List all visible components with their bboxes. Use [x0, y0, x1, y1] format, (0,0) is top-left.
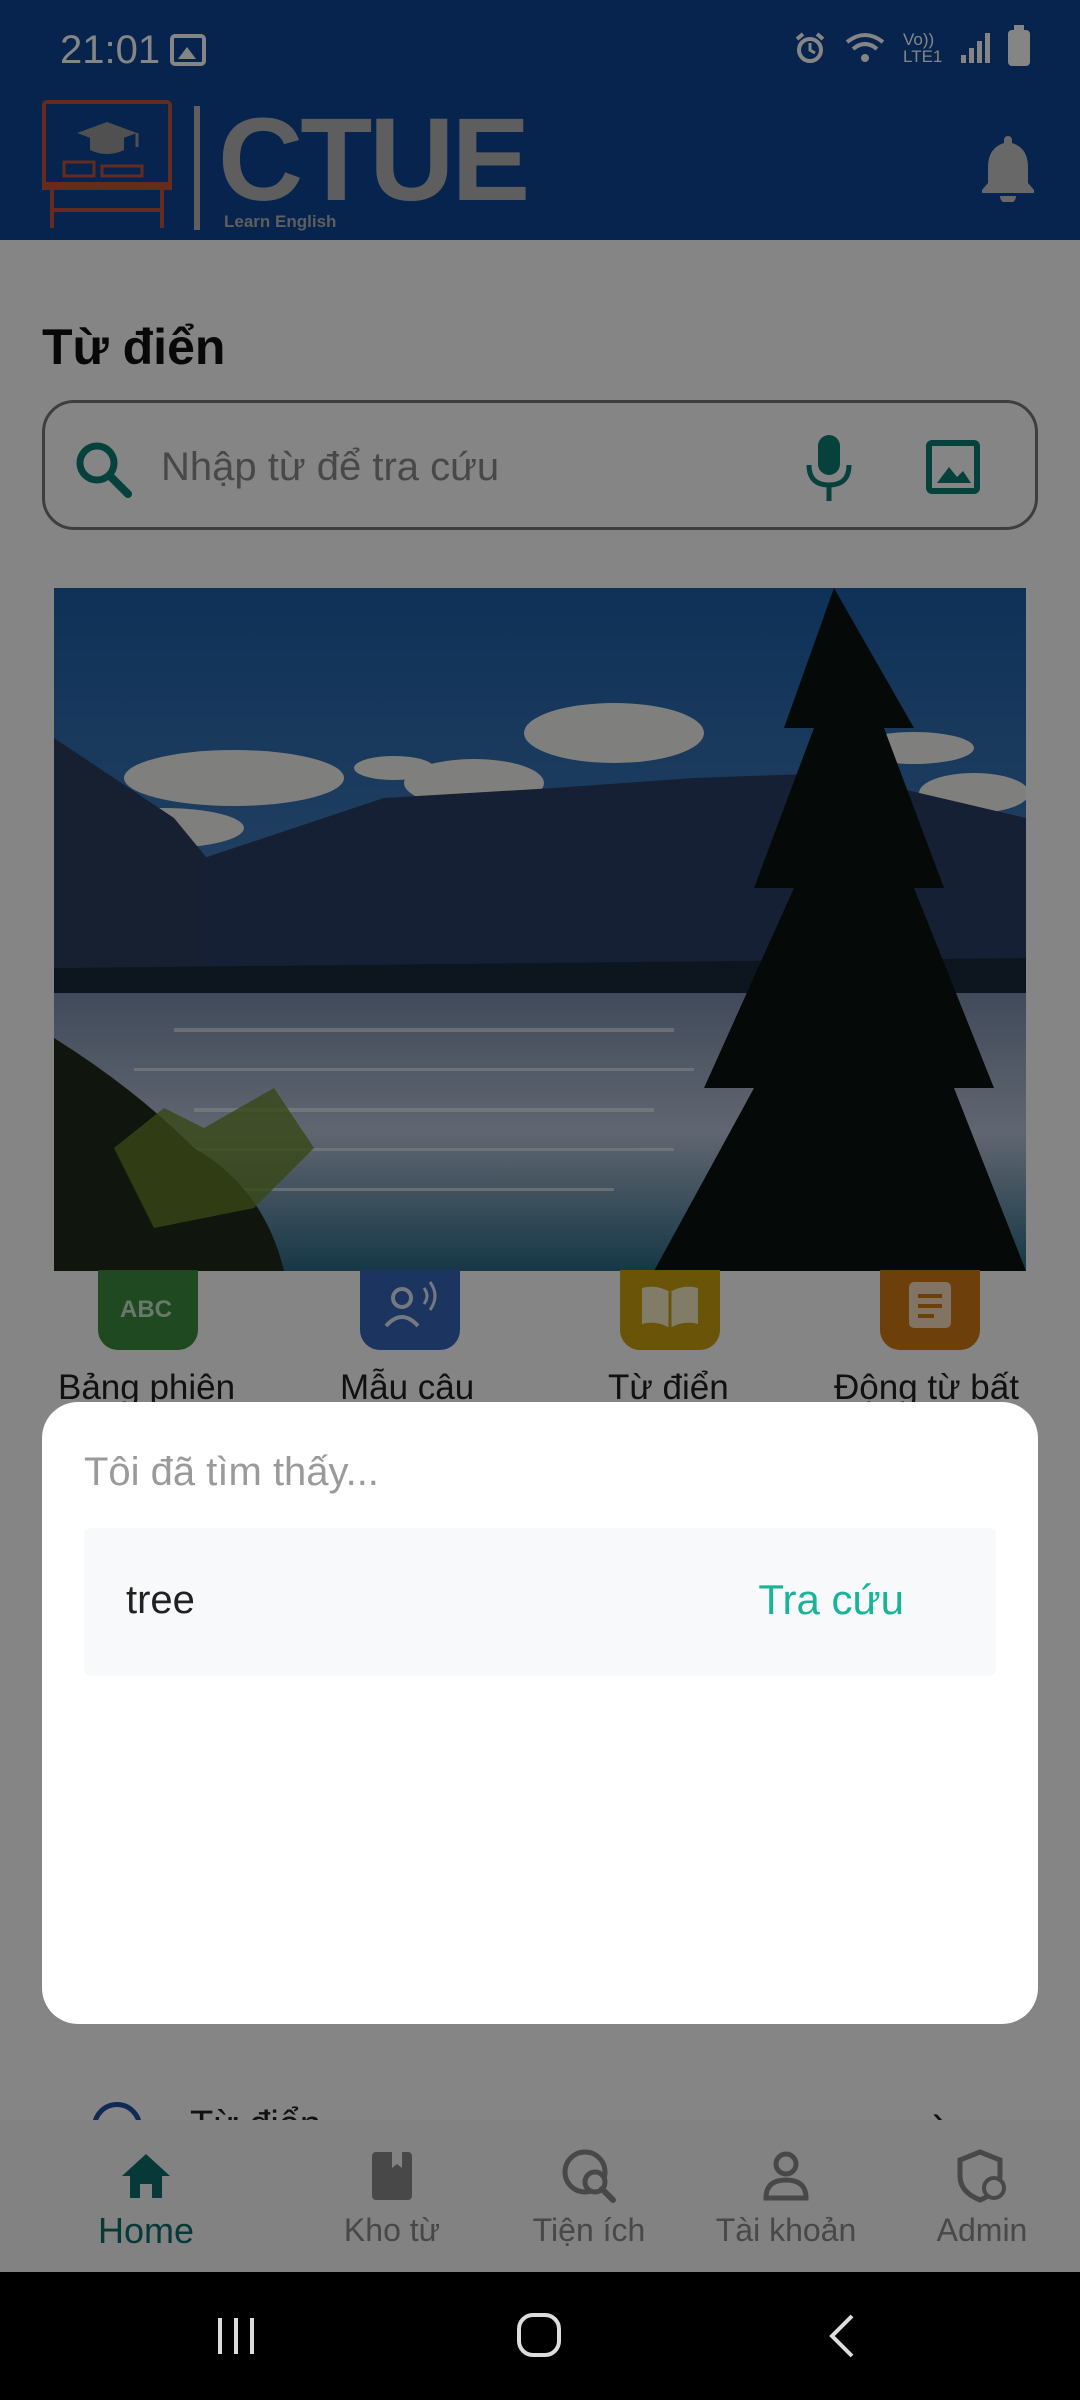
globe-search-icon	[562, 2149, 616, 2203]
wifi-icon	[845, 33, 885, 62]
logo-text: CTUE	[218, 94, 530, 226]
search-icon	[76, 442, 132, 498]
home-icon	[122, 2154, 170, 2198]
signal-icon	[961, 33, 990, 63]
page-title: Từ điển	[42, 319, 226, 375]
nav-home[interactable]: Home	[46, 2120, 246, 2272]
shortcut-grid: ABC Bảng phiên Mẫu câu Từ điển Động từ b…	[0, 1270, 1080, 1407]
logo-divider	[194, 106, 200, 230]
nav-vocabulary[interactable]: Kho từ	[292, 2120, 492, 2272]
book-icon	[372, 2152, 412, 2200]
document-icon	[909, 1282, 951, 1328]
nav-account[interactable]: Tài khoản	[686, 2120, 886, 2272]
shortcut-dictionary-button[interactable]	[620, 1270, 720, 1350]
nav-label: Kho từ	[343, 2212, 441, 2248]
status-bar: 21:01 Vo)) LTE1	[0, 0, 1080, 100]
logo-icon	[42, 100, 172, 228]
bottom-nav: Home Kho từ Tiện ích Tài khoản Admin	[0, 2120, 1080, 2272]
search-input[interactable]: Nhập từ để tra cứu	[161, 445, 499, 490]
status-icons: Vo)) LTE1	[793, 25, 1030, 66]
shortcut-irregular-verbs-button[interactable]	[880, 1270, 980, 1350]
recent-apps-icon[interactable]	[214, 2314, 258, 2358]
system-nav-bar	[0, 2272, 1080, 2400]
nav-admin[interactable]: Admin	[882, 2120, 1080, 2272]
searched-photo	[54, 588, 1026, 1271]
nav-utilities[interactable]: Tiện ích	[489, 2120, 689, 2272]
book-icon	[642, 1286, 698, 1328]
back-icon[interactable]	[822, 2312, 862, 2360]
nav-label: Tài khoản	[715, 2212, 857, 2248]
microphone-icon[interactable]	[801, 433, 857, 503]
app-header: CTUE Learn English	[0, 94, 1080, 240]
lookup-button[interactable]: Tra cứu	[758, 1576, 904, 1624]
status-time: 21:01	[60, 28, 161, 72]
shortcut-phonetics-button[interactable]: ABC	[98, 1270, 198, 1350]
gallery-notification-icon	[170, 34, 206, 66]
shortcut-sentences-button[interactable]	[360, 1270, 460, 1350]
abc-icon: ABC	[120, 1296, 172, 1323]
dialog-title: Tôi đã tìm thấy...	[84, 1450, 379, 1494]
home-button-icon[interactable]	[516, 2312, 562, 2358]
image-search-result-dialog: Tôi đã tìm thấy... tree Tra cứu	[42, 1402, 1038, 2024]
alarm-icon	[795, 32, 825, 63]
speaking-person-icon	[384, 1281, 437, 1328]
network-label: Vo)) LTE1	[903, 30, 943, 66]
result-word: tree	[126, 1578, 195, 1622]
nav-label: Home	[97, 2210, 195, 2251]
person-icon	[763, 2151, 809, 2201]
nav-label: Admin	[936, 2212, 1028, 2248]
bell-icon[interactable]	[978, 132, 1038, 202]
image-search-icon[interactable]	[925, 439, 981, 495]
search-bar[interactable]: Nhập từ để tra cứu	[42, 400, 1038, 530]
admin-shield-icon	[957, 2149, 1006, 2203]
battery-icon	[1008, 25, 1030, 66]
result-row[interactable]: tree Tra cứu	[84, 1528, 996, 1676]
nav-label: Tiện ích	[532, 2212, 646, 2248]
logo-subtitle: Learn English	[224, 212, 337, 231]
